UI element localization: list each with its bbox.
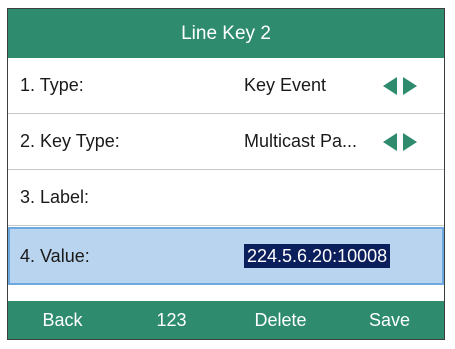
value-text-selected: 224.5.6.20:10008 <box>244 244 391 268</box>
left-triangle-arrow-icon[interactable] <box>382 132 398 152</box>
label-row[interactable]: 3. Label: <box>8 170 444 226</box>
type-label: 1. Type: <box>20 75 84 95</box>
back-softkey[interactable]: Back <box>8 310 117 331</box>
save-softkey[interactable]: Save <box>335 310 444 331</box>
input-mode-softkey[interactable]: 123 <box>117 310 226 331</box>
phone-screen: Line Key 2 1. Type: Key Event 2. Key Typ… <box>7 8 445 340</box>
label-label: 3. Label: <box>20 187 90 207</box>
type-arrows <box>382 58 418 113</box>
key-type-arrows <box>382 114 418 169</box>
left-triangle-arrow-icon[interactable] <box>382 76 398 96</box>
value-label: 4. Value: <box>20 245 90 266</box>
key-type-label: 2. Key Type: <box>20 131 120 151</box>
key-type-value: Multicast Pa... <box>244 131 358 151</box>
type-value: Key Event <box>244 75 327 95</box>
type-row[interactable]: 1. Type: Key Event <box>8 58 444 114</box>
right-triangle-arrow-icon[interactable] <box>402 132 418 152</box>
value-row[interactable]: 4. Value: 224.5.6.20:10008 <box>8 227 444 285</box>
delete-softkey[interactable]: Delete <box>226 310 335 331</box>
softkey-bar: Back 123 Delete Save <box>8 301 444 339</box>
key-type-row[interactable]: 2. Key Type: Multicast Pa... <box>8 114 444 170</box>
title-bar: Line Key 2 <box>8 9 444 58</box>
right-triangle-arrow-icon[interactable] <box>402 76 418 96</box>
value-input[interactable]: 224.5.6.20:10008 <box>244 229 391 283</box>
page-title: Line Key 2 <box>181 22 271 44</box>
